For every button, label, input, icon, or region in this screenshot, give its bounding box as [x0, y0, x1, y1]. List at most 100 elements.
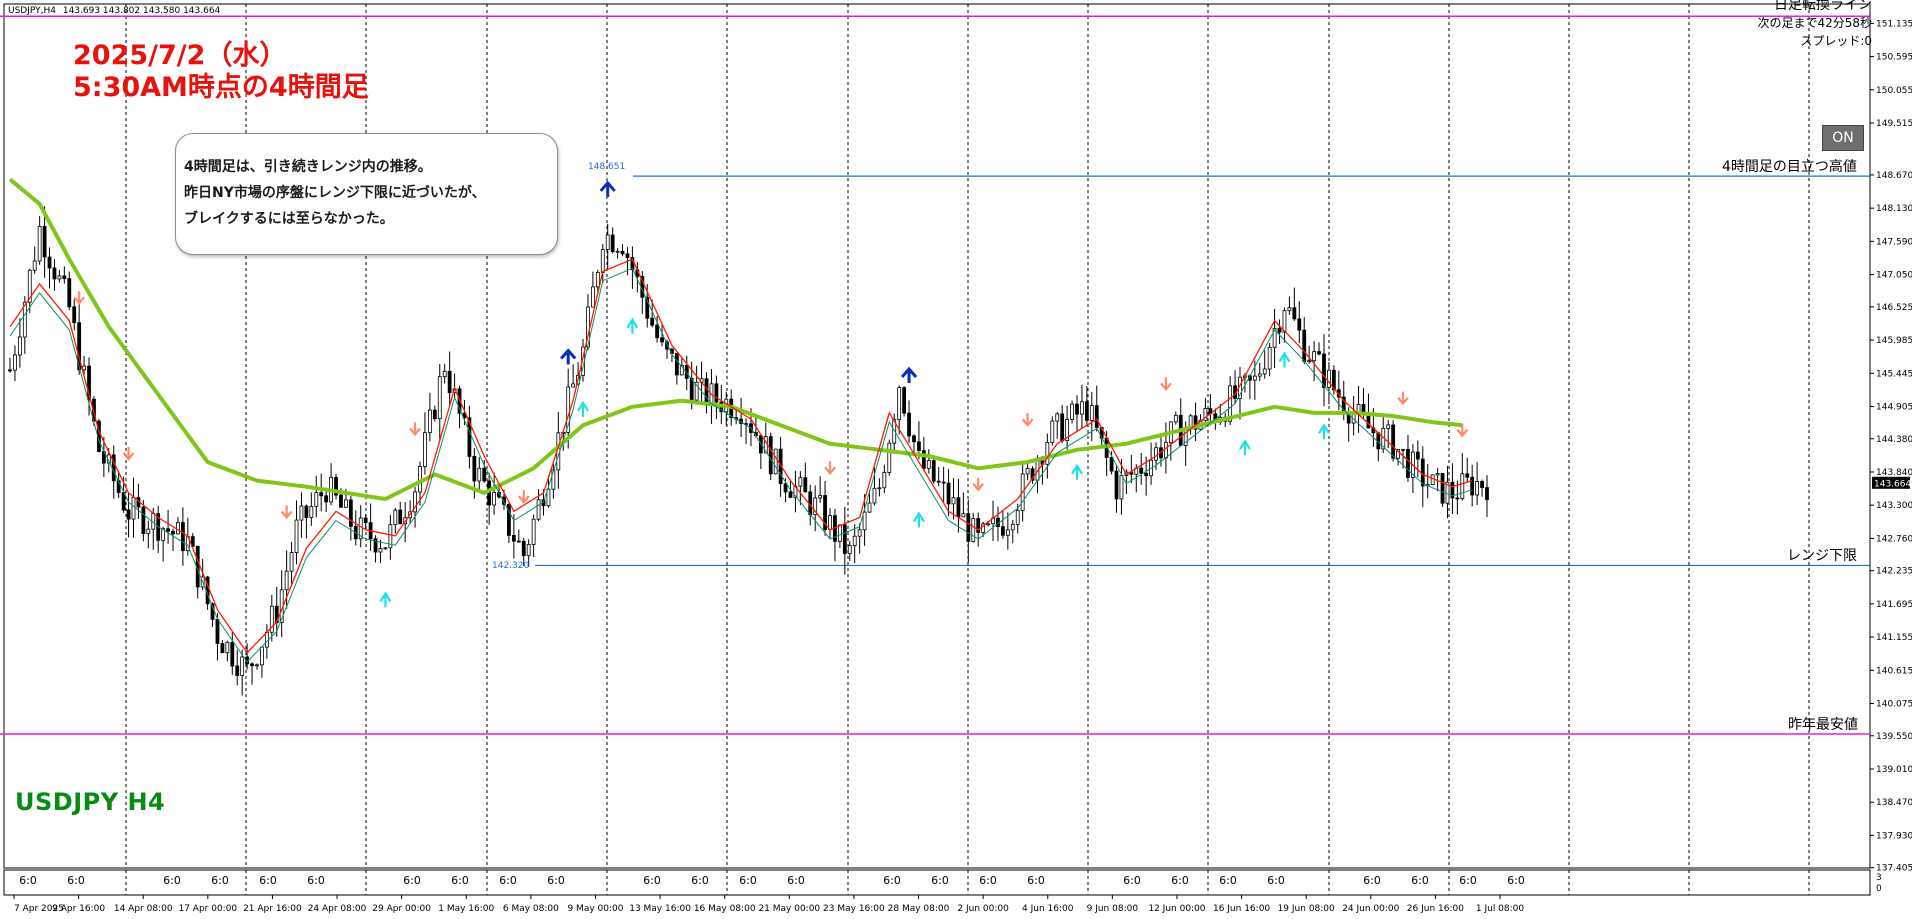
candle [847, 545, 852, 554]
session-label: 6:0 [163, 874, 181, 887]
candle [1005, 529, 1010, 536]
candle [1139, 467, 1144, 474]
y-tick-label: 148.670 [1876, 171, 1912, 181]
candle [57, 275, 62, 280]
candle [126, 509, 131, 520]
date-annotation: 2025/7/2（水） 5:30AM時点の4時間足 [73, 40, 369, 104]
candle [1050, 420, 1055, 443]
candle [255, 664, 259, 667]
candle [714, 383, 719, 403]
comment-line-2: 昨日NY市場の序盤にレンジ下限に近づいたが、 [184, 185, 486, 201]
candle [67, 278, 72, 308]
candle [52, 267, 57, 280]
candle [521, 540, 526, 557]
candle [857, 529, 862, 537]
candle [284, 570, 289, 591]
chart-window[interactable]: 6:0 6:0 6:0 6:0 6:0 6:0 6:0 6:0 6:0 6:0 6:0 6:0 6:0 6… [0, 0, 1912, 919]
candle [314, 492, 319, 507]
y-tick-label: 150.055 [1876, 86, 1912, 96]
candle [1173, 414, 1178, 423]
y-tick-label: 145.985 [1876, 336, 1912, 346]
indicator-axis-label: 0 [1876, 884, 1882, 894]
session-label: 6:0 [499, 874, 517, 887]
candle [788, 491, 793, 498]
candle [1262, 368, 1267, 375]
candle [1386, 424, 1391, 429]
session-label: 6:0 [1123, 874, 1141, 887]
candle [595, 272, 600, 288]
sell-signal-arrow [73, 291, 86, 305]
candle [1391, 424, 1396, 459]
time-line: 5:30AM時点の4時間足 [73, 72, 369, 103]
candle [1322, 353, 1326, 388]
candle [309, 505, 314, 518]
candle [926, 460, 931, 469]
candle [897, 387, 902, 420]
candle [1460, 473, 1465, 499]
session-label: 6:0 [643, 874, 661, 887]
candle [773, 448, 778, 475]
candle [689, 378, 694, 401]
candle [220, 643, 225, 654]
candle [1000, 526, 1005, 536]
y-tick-label: 145.445 [1876, 369, 1912, 379]
candle [620, 250, 625, 255]
candle [1475, 481, 1480, 496]
candle [1312, 351, 1317, 362]
candle [146, 528, 151, 534]
candle [704, 378, 709, 406]
session-label: 6:0 [691, 874, 709, 887]
candle [427, 409, 432, 434]
x-tick-label: 16 Jun 16:00 [1213, 904, 1270, 914]
candle [180, 522, 185, 552]
candle [13, 354, 17, 371]
y-tick-label: 139.550 [1876, 732, 1912, 742]
candle [768, 436, 773, 475]
y-tick-label: 142.760 [1876, 534, 1912, 544]
candle [887, 442, 892, 473]
candle [1070, 403, 1074, 420]
candle [363, 517, 368, 524]
candle [348, 499, 353, 527]
candle [260, 646, 264, 666]
candle [936, 480, 941, 483]
buy-signal-arrow [626, 317, 639, 334]
session-label: 6:0 [1459, 874, 1477, 887]
session-label: 6:0 [979, 874, 997, 887]
candle [1114, 470, 1119, 500]
candle [47, 256, 52, 269]
candle [1327, 369, 1331, 388]
buy-signal-arrow [1071, 463, 1083, 480]
on-toggle-button[interactable]: ON [1822, 125, 1864, 151]
candle [432, 409, 437, 420]
candle [1406, 448, 1410, 478]
candle [1465, 473, 1470, 478]
candle [1089, 405, 1094, 421]
candle [877, 487, 882, 490]
y-tick-label: 144.380 [1876, 435, 1912, 445]
x-tick-label: 9 May 00:00 [567, 904, 623, 914]
y-tick-label: 143.300 [1876, 501, 1912, 511]
candle [250, 663, 254, 667]
session-label: 6:0 [211, 874, 229, 887]
candle [610, 234, 615, 252]
session-label: 6:0 [1219, 874, 1237, 887]
session-label: 6:0 [19, 874, 37, 887]
buy-signal-arrow [900, 366, 918, 383]
candle [1366, 414, 1371, 429]
candle [1154, 447, 1158, 461]
candle [235, 665, 240, 676]
candle [72, 306, 77, 324]
session-label: 6:0 [307, 874, 325, 887]
candle [1480, 481, 1484, 489]
candle [294, 519, 299, 554]
session-label: 6:0 [1267, 874, 1285, 887]
candle [1302, 329, 1307, 362]
candle [82, 365, 86, 371]
y-tick-label: 149.515 [1876, 119, 1912, 129]
candle [1267, 346, 1272, 370]
candle [230, 642, 235, 667]
candle [1094, 405, 1099, 428]
candle [842, 524, 847, 554]
candle [1055, 413, 1060, 422]
